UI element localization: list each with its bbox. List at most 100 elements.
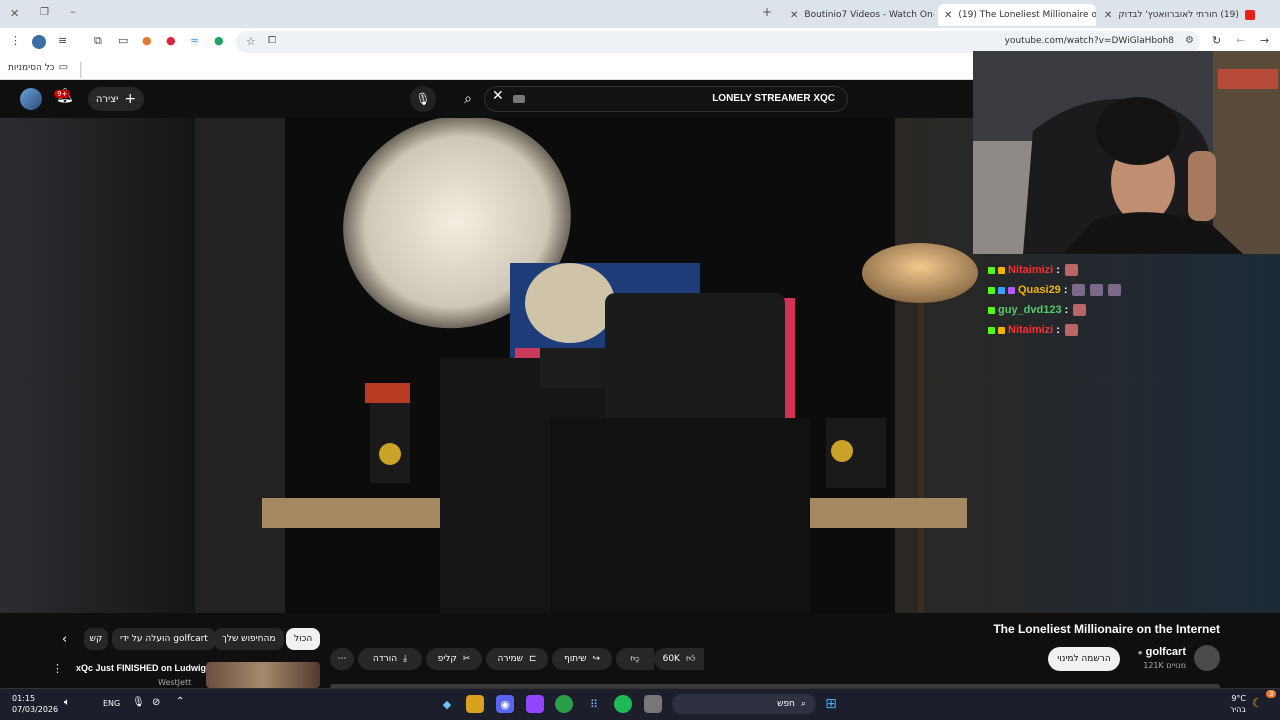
tray-overflow-icon[interactable]: ⌃ <box>176 696 184 707</box>
clip-button[interactable]: קליפ ✂ <box>426 648 482 670</box>
url-text: youtube.com/watch?v=DWiGlaHboh8 <box>1004 36 1174 46</box>
recommendation-thumbnail[interactable] <box>206 662 320 688</box>
extension-green-icon[interactable]: ● <box>214 34 224 47</box>
video-title: The Loneliest Millionaire on the Interne… <box>993 622 1220 636</box>
search-icon: ⌕ <box>464 91 472 107</box>
reading-list-icon[interactable]: ≡ <box>58 34 67 47</box>
chat-emote-icon <box>1072 284 1086 296</box>
thumbs-up-icon: 👍︎ <box>685 654 696 664</box>
chip-from-search[interactable]: מהחיפוש שלך <box>214 628 284 650</box>
create-button[interactable]: יצירה + <box>88 87 144 111</box>
download-button[interactable]: הורדה ⤓ <box>358 648 422 670</box>
tab-title: (19) The Loneliest Millionaire o <box>958 10 1096 20</box>
search-input[interactable]: LONELY STREAMER XQC <box>484 86 848 112</box>
subscribe-button[interactable]: הרשמה למינוי <box>1048 647 1120 671</box>
all-bookmarks-button[interactable]: כל הסימניות ▭ <box>8 62 68 73</box>
extension-orange-icon[interactable]: ● <box>142 34 152 47</box>
chip-label: הועלה על ידי golfcart <box>120 634 208 644</box>
recommendation-channel: WestJett <box>158 678 192 687</box>
more-actions-button[interactable]: ⋯ <box>330 648 354 670</box>
channel-name-text: golfcart <box>1145 646 1186 658</box>
chip-label: הכול <box>294 634 313 644</box>
forward-icon[interactable]: ← <box>1236 34 1245 47</box>
scissors-icon: ✂ <box>462 654 471 664</box>
more-dots-icon: ⋯ <box>337 654 347 664</box>
chat-username[interactable]: Nitaimizi <box>1008 264 1053 276</box>
tab-youtube-overwatch[interactable]: ✕ (19) חורתי לאוברוואטץ' לבדוק <box>1098 4 1280 26</box>
extension-blue-icon[interactable]: ≈ <box>190 34 199 47</box>
minimize-window-icon[interactable]: – <box>70 5 76 18</box>
chip-uploaded-by[interactable]: הועלה על ידי golfcart <box>112 628 216 650</box>
recommendation-title[interactable]: xQc Just FINISHED on Ludwig <box>76 663 206 673</box>
search-button[interactable]: ⌕ <box>448 86 488 112</box>
kick-badge-icon <box>988 286 995 294</box>
tab-youtube-active[interactable]: ✕ (19) The Loneliest Millionaire o <box>938 4 1096 26</box>
sub-badge-icon <box>998 266 1005 274</box>
chat-emote-icon <box>1090 284 1104 296</box>
extension-red-icon[interactable]: ● <box>166 34 176 47</box>
discord-icon[interactable]: ◉ <box>496 695 514 713</box>
chip-all[interactable]: הכול <box>286 628 321 650</box>
share-label: שיתוף <box>563 654 587 664</box>
weather-widget[interactable]: 9°C בהיר <box>1228 693 1246 715</box>
reload-icon[interactable]: ↻ <box>1212 34 1221 47</box>
tab-search-icon[interactable]: ▭ <box>118 34 128 47</box>
search-icon: ⌕ <box>800 699 806 709</box>
taskbar-search[interactable]: חפש ⌕ <box>672 694 816 714</box>
tab-boutinio[interactable]: ✕ Boutinio7 Videos - Watch On-D <box>784 4 934 26</box>
chips-scroll-left-icon[interactable]: ‹ <box>62 632 67 647</box>
channel-name-link[interactable]: ● golfcart <box>1138 646 1186 658</box>
chip-partial[interactable]: קש <box>84 628 108 650</box>
spotify-icon[interactable] <box>614 695 632 713</box>
twitch-icon[interactable] <box>526 695 544 713</box>
steam-icon[interactable]: ◆ <box>438 695 456 713</box>
menu-dots-icon[interactable]: ⋮ <box>10 34 21 47</box>
verified-icon: ● <box>1137 648 1143 657</box>
cast-icon[interactable]: ⧠ <box>268 35 276 46</box>
restore-window-icon[interactable]: ❐ <box>40 7 49 18</box>
file-explorer-icon[interactable] <box>644 695 662 713</box>
thumbs-down-icon: 👎︎ <box>630 654 640 664</box>
recommendation-menu-icon[interactable]: ⋮ <box>52 662 63 675</box>
clock-date: 07/03/2026 <box>12 705 59 714</box>
taskbar-app-icon[interactable] <box>466 695 484 713</box>
chat-username[interactable]: Quasi29 <box>1018 284 1061 296</box>
close-tab-icon[interactable]: ✕ <box>944 10 952 21</box>
site-settings-icon[interactable]: ⚙ <box>1185 35 1194 46</box>
close-window-icon[interactable]: ✕ <box>10 7 19 20</box>
like-button[interactable]: 60K 👍︎ <box>654 648 704 670</box>
back-icon[interactable]: → <box>1260 34 1269 47</box>
chat-username[interactable]: guy_dvd123 <box>998 304 1062 316</box>
chat-message: guy_dvd123 : <box>988 304 1087 316</box>
address-bar[interactable]: ☆ ⧠ youtube.com/watch?v=DWiGlaHboh8 ⚙ <box>236 31 1200 53</box>
apps-grid-icon[interactable]: ⠿ <box>585 695 603 713</box>
profile-icon[interactable] <box>32 35 46 49</box>
save-button[interactable]: שמירה ⊏ <box>486 648 548 670</box>
share-button[interactable]: שיתוף ↪ <box>552 648 612 670</box>
plus-icon: + <box>124 91 137 107</box>
close-tab-icon[interactable]: ✕ <box>1104 10 1112 21</box>
channel-avatar[interactable] <box>1194 645 1220 671</box>
account-avatar[interactable] <box>20 88 42 110</box>
chrome-icon[interactable] <box>555 695 573 713</box>
chat-message: Quasi29 : <box>988 284 1122 296</box>
bookmark-star-icon[interactable]: ☆ <box>246 35 256 48</box>
extensions-icon[interactable]: ⧉ <box>94 34 102 48</box>
dislike-button[interactable]: 👎︎ <box>616 648 654 670</box>
new-tab-icon[interactable]: + <box>762 5 772 19</box>
close-tab-icon[interactable]: ✕ <box>790 10 798 21</box>
clock[interactable]: 01:15 07/03/2026 <box>12 693 58 715</box>
all-bookmarks-label: כל הסימניות <box>8 62 55 73</box>
weather-temperature: 9°C <box>1231 694 1246 703</box>
tab-title: Boutinio7 Videos - Watch On-D <box>804 10 934 20</box>
keyboard-icon[interactable] <box>513 95 525 103</box>
clear-search-icon[interactable]: ✕ <box>492 88 504 104</box>
tab-title: (19) חורתי לאוברוואטץ' לבדוק <box>1118 10 1239 20</box>
language-indicator[interactable]: ENG <box>103 699 120 708</box>
network-icon[interactable]: ⊘ <box>152 697 160 708</box>
microphone-tray-icon[interactable]: 🎙︎ <box>132 697 145 708</box>
chat-username[interactable]: Nitaimizi <box>1008 324 1053 336</box>
volume-icon[interactable]: 🔈︎ <box>64 697 70 708</box>
windows-start-icon[interactable]: ⊞ <box>822 695 840 713</box>
voice-search-button[interactable]: 🎙︎ <box>410 86 436 112</box>
